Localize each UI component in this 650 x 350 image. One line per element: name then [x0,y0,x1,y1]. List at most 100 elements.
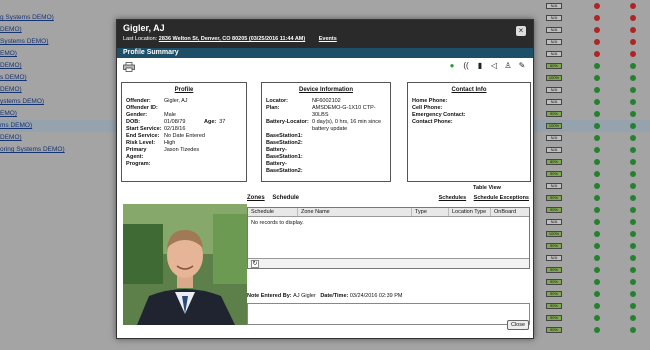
info-row: Program: [126,161,242,168]
col-type[interactable]: Type [412,208,449,216]
profile-modal: Gigler, AJ Last Location: 2836 Welton St… [116,19,534,339]
toolbar-icons: ● (( ▮ ◁ ♙ ✎ [447,61,527,71]
age-label: Age: [204,119,217,125]
close-button[interactable]: Close [507,320,529,330]
info-key: Cell Phone: [412,105,443,111]
note-by-label: Note Entered By: [247,293,292,299]
info-value [164,105,192,112]
profile-box: Profile Offender: Gigler, AJ Offender ID: G… [121,82,247,182]
info-row: Cell Phone: [412,105,526,112]
info-row: Battery-BaseStation1: [266,147,386,161]
tab-zones[interactable]: Zones [247,195,265,201]
info-row: BaseStation2: [266,140,386,147]
note-date-label: Date/Time: [320,293,349,299]
col-schedule[interactable]: Schedule [248,208,298,216]
edit-icon[interactable]: ✎ [517,61,527,71]
empty-message: No records to display. [251,220,304,226]
info-key: Battery-BaseStation2: [266,161,303,174]
info-row: Emergency Contact: [412,112,526,119]
info-key: Offender: [126,98,151,104]
section-title: Profile Summary [117,48,533,58]
info-value [312,140,386,147]
toolbar: ● (( ▮ ◁ ♙ ✎ [121,60,527,74]
info-row: Primary Agent: Jason Tizedes [126,147,242,161]
grid-footer: ↻ [248,258,529,268]
info-row: Start Service: 02/18/16 [126,126,242,133]
last-location-link[interactable]: 2836 Welton St, Denver, CO 80205 (03/25/… [159,36,305,42]
info-value: High [164,140,176,146]
info-key: Home Phone: [412,98,448,104]
info-value: 02/18/16 [164,126,186,132]
info-key: Emergency Contact: [412,112,466,118]
info-key: DOB: [126,119,141,125]
close-icon[interactable]: × [516,26,526,36]
col-location-type[interactable]: Location Type [449,208,491,216]
info-value: NF6002102 [312,98,341,104]
col-onboard[interactable]: OnBoard [491,208,529,216]
info-row: Home Phone: [412,98,526,105]
contact-info-box: Contact Info Home Phone: Cell Phone: Emerg… [407,82,531,182]
info-key: Primary Agent: [126,147,147,160]
info-value [312,133,386,140]
info-key: End Service: [126,133,160,139]
info-row: Battery-BaseStation2: [266,161,386,175]
print-icon[interactable] [123,62,135,72]
info-value: No Date Entered [164,133,205,139]
schedules-link[interactable]: Schedules [439,195,467,201]
info-key: Start Service: [126,126,162,132]
col-zone-name[interactable]: Zone Name [298,208,412,216]
note-by: AJ Gigler [293,293,316,299]
info-key: Battery-Locator: [266,119,309,125]
info-row: Gender: Male [126,112,242,119]
grid-header: Schedule Zone Name Type Location Type On… [248,208,529,217]
device-icon[interactable]: ▮ [475,61,485,71]
info-row: Locator: NF6002102 [266,98,386,105]
info-key: Gender: [126,112,148,118]
info-key: BaseStation1: [266,133,303,139]
note-date: 03/24/2016 02:39 PM [349,293,403,299]
info-row: Contact Phone: [412,119,526,126]
person-walk-icon[interactable]: ♙ [503,61,513,71]
note-meta: Note Entered By: AJ Gigler Date/Time: 03… [247,293,402,299]
device-heading: Device Information [298,87,353,93]
info-value: 01/08/79 [164,119,186,125]
tab-schedule[interactable]: Schedule [272,195,299,201]
age-value: 37 [219,119,226,125]
map-pin-icon[interactable]: ● [447,61,457,71]
info-row: Plan: AMSDEMO-G-1X10 CTP-30LBS [266,105,386,119]
last-location-label: Last Location: [123,36,158,42]
signal-icon[interactable]: (( [461,61,471,71]
info-key: BaseStation2: [266,140,303,146]
info-key: Risk Level: [126,140,156,146]
info-row: BaseStation1: [266,133,386,140]
events-link[interactable]: Events [319,36,337,42]
info-row: End Service: No Date Entered [126,133,242,140]
info-value: Male [164,112,176,118]
modal-title: Gigler, AJ [123,23,165,33]
schedule-grid: Schedule Zone Name Type Location Type On… [247,207,530,269]
note-textarea[interactable] [247,303,530,325]
speaker-icon[interactable]: ◁ [489,61,499,71]
device-info-box: Device Information Locator: NF6002102 Plan… [261,82,391,182]
info-row: Offender ID: [126,105,242,112]
info-row: Battery-Locator: 0 day(s), 0 hrs, 16 min … [266,119,386,133]
profile-heading: Profile [174,87,194,93]
info-value: Gigler, AJ [164,98,188,104]
info-key: Plan: [266,105,280,111]
info-value [312,161,386,175]
contact-heading: Contact Info [451,87,487,93]
table-view-links: Schedules Schedule Exceptions [433,195,529,201]
schedule-exceptions-link[interactable]: Schedule Exceptions [474,195,529,201]
info-value [312,147,386,161]
refresh-icon[interactable]: ↻ [251,260,259,268]
tabs: Zones Schedule [247,195,305,201]
table-view-label: Table View [473,185,501,191]
info-key: Program: [126,161,151,167]
info-key: Offender ID: [126,105,158,111]
info-key: Contact Phone: [412,119,453,125]
info-row: Offender: Gigler, AJ [126,98,242,105]
info-row: DOB: 01/08/79 Age: 37 [126,119,242,126]
info-key: Battery-BaseStation1: [266,147,303,160]
info-value [164,161,192,168]
info-value: 0 day(s), 0 hrs, 16 min since battery up… [312,119,382,132]
